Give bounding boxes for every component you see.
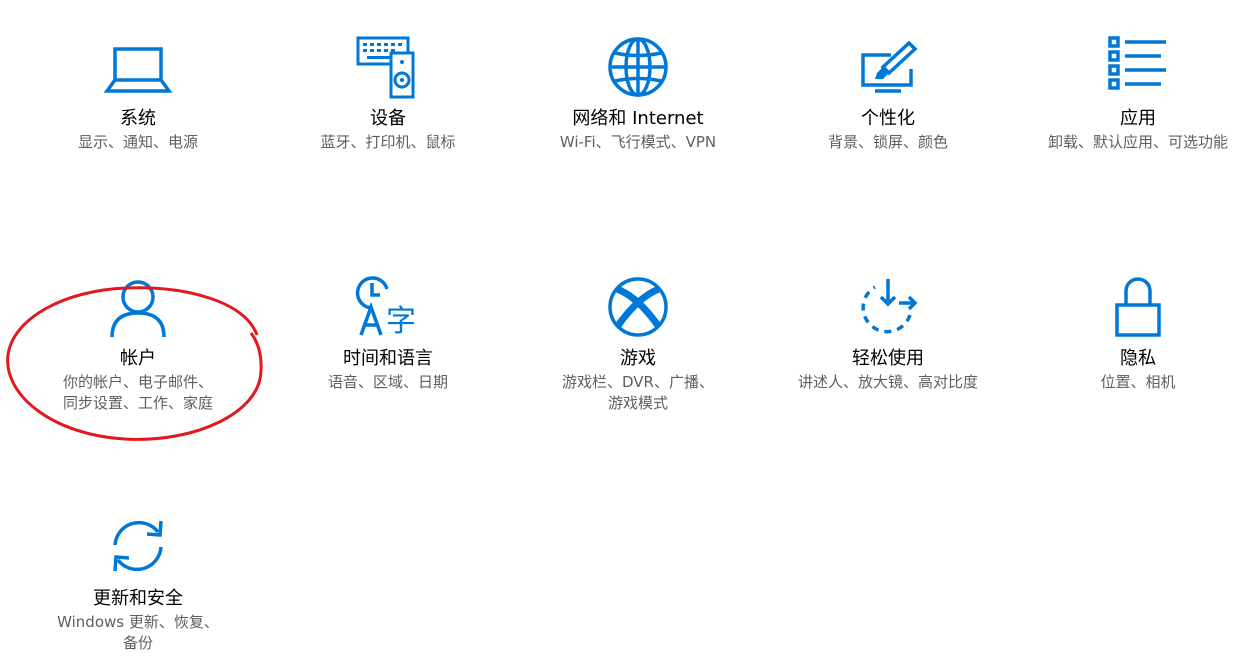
laptop-icon <box>103 35 173 105</box>
tile-title: 网络和 Internet <box>572 108 704 129</box>
tile-gaming[interactable]: 游戏 游戏栏、DVR、广播、游戏模式 <box>528 275 748 420</box>
ease-of-access-icon <box>853 275 923 345</box>
tile-title: 系统 <box>120 108 156 129</box>
globe-icon <box>603 35 673 105</box>
tile-subtitle: 讲述人、放大镜、高对比度 <box>797 373 978 391</box>
tile-apps[interactable]: 应用 卸载、默认应用、可选功能 <box>1028 35 1248 155</box>
tile-subtitle: 卸载、默认应用、可选功能 <box>1047 133 1228 151</box>
tile-title: 个性化 <box>861 108 915 129</box>
tile-personalization[interactable]: 个性化 背景、锁屏、颜色 <box>778 35 998 155</box>
tile-devices[interactable]: 设备 蓝牙、打印机、鼠标 <box>278 35 498 155</box>
svg-text:字: 字 <box>386 304 416 339</box>
person-icon <box>103 275 173 345</box>
time-language-icon: 字 <box>353 275 423 345</box>
tile-subtitle: 位置、相机 <box>1100 373 1176 391</box>
tile-title: 帐户 <box>120 348 156 369</box>
tile-time-language[interactable]: 字 时间和语言 语音、区域、日期 <box>278 275 498 395</box>
tile-update-security[interactable]: 更新和安全 Windows 更新、恢复、备份 <box>28 515 248 660</box>
tile-title: 时间和语言 <box>343 348 433 369</box>
tile-title: 隐私 <box>1120 348 1156 369</box>
tile-subtitle: 你的帐户、电子邮件、同步设置、工作、家庭 <box>62 373 213 412</box>
tile-title: 轻松使用 <box>852 348 924 369</box>
tile-title: 应用 <box>1120 108 1156 129</box>
tile-subtitle: 游戏栏、DVR、广播、游戏模式 <box>562 373 714 412</box>
apps-list-icon <box>1103 35 1173 105</box>
tile-network[interactable]: 网络和 Internet Wi-Fi、飞行模式、VPN <box>528 35 748 155</box>
tile-ease-of-access[interactable]: 轻松使用 讲述人、放大镜、高对比度 <box>778 275 998 395</box>
lock-icon <box>1103 275 1173 345</box>
tile-accounts[interactable]: 帐户 你的帐户、电子邮件、同步设置、工作、家庭 <box>28 275 248 420</box>
sync-icon <box>103 515 173 585</box>
keyboard-speaker-icon <box>353 35 423 105</box>
tile-subtitle: 语音、区域、日期 <box>327 373 448 391</box>
tile-title: 设备 <box>370 108 406 129</box>
xbox-icon <box>603 275 673 345</box>
tile-title: 更新和安全 <box>93 588 183 609</box>
tile-subtitle: Windows 更新、恢复、备份 <box>57 613 219 652</box>
tile-subtitle: 蓝牙、打印机、鼠标 <box>320 133 456 151</box>
tile-subtitle: Wi-Fi、飞行模式、VPN <box>559 133 717 151</box>
tile-subtitle: 背景、锁屏、颜色 <box>827 133 948 151</box>
tile-title: 游戏 <box>620 348 656 369</box>
tile-system[interactable]: 系统 显示、通知、电源 <box>28 35 248 155</box>
tile-privacy[interactable]: 隐私 位置、相机 <box>1028 275 1248 395</box>
tile-subtitle: 显示、通知、电源 <box>77 133 198 151</box>
paint-brush-icon <box>853 35 923 105</box>
